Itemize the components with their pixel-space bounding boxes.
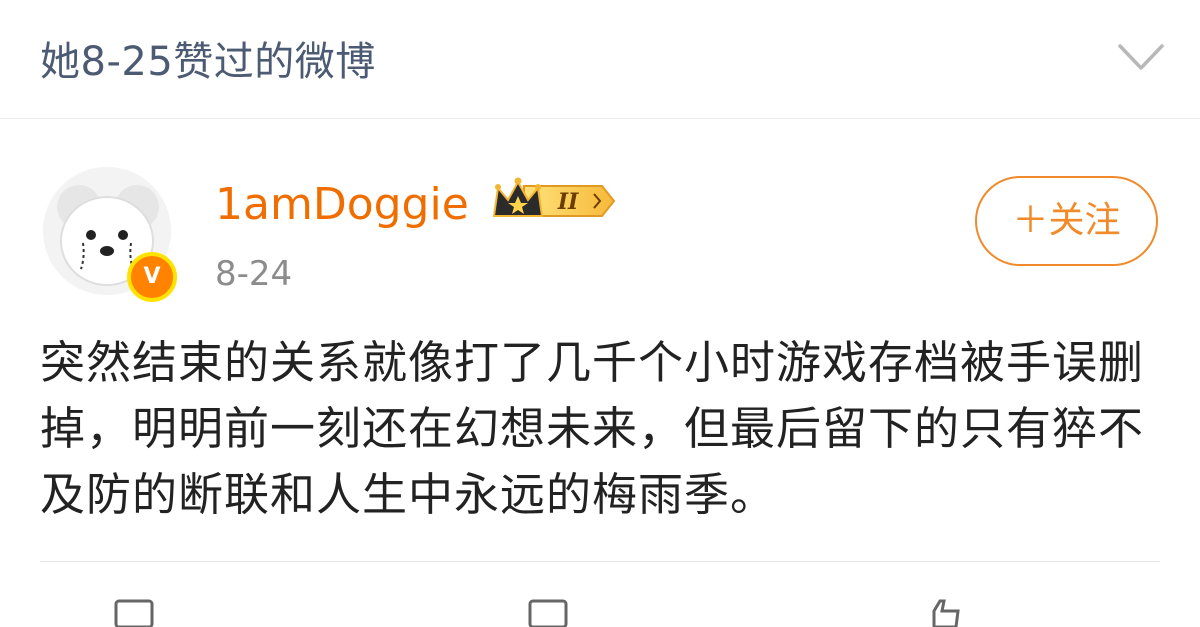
repost-icon[interactable] [112, 597, 156, 627]
follow-button[interactable]: ＋关注 [975, 176, 1158, 266]
vip-level-text: II [557, 189, 579, 215]
like-icon[interactable] [920, 597, 964, 627]
post-body: 突然结束的关系就像打了几千个小时游戏存档被手误删掉，明明前一刻还在幻想未来，但最… [40, 336, 1145, 521]
post-divider [40, 561, 1160, 562]
vip-crown-badge-icon[interactable]: II [490, 176, 618, 226]
verified-badge-icon: V [127, 252, 177, 302]
comment-icon[interactable] [526, 597, 570, 627]
page-title: 她8-25赞过的微博 [40, 39, 376, 85]
post-date: 8-24 [215, 254, 293, 294]
page-header: 她8-25赞过的微博 [0, 0, 1200, 118]
chevron-down-icon[interactable] [1116, 40, 1166, 76]
header-divider [0, 118, 1200, 119]
author-name[interactable]: 1amDoggie [215, 177, 469, 233]
action-bar [0, 585, 1200, 627]
